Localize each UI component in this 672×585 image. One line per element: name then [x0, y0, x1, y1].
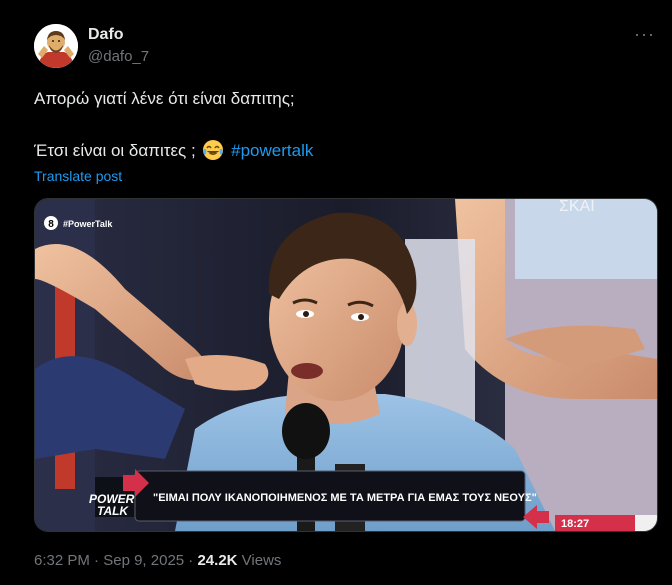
tweet-time[interactable]: 6:32 PM: [34, 552, 90, 569]
views-count: 24.2K: [197, 552, 238, 569]
backdrop-text: ΣΚΑΙ: [559, 199, 595, 215]
logo-line-2: TALK: [97, 504, 129, 518]
avatar[interactable]: [34, 24, 78, 68]
author-handle[interactable]: @dafo_7: [88, 48, 149, 65]
translate-post-link[interactable]: Translate post: [34, 168, 122, 184]
meta-separator: ·: [94, 552, 100, 569]
tv-screenshot: ΣΚΑΙ 8 #PowerTalk "ΕΙΜΑΙ ΠΟΛΥ ΙΚΑΝΟΠΟΙΗΜ…: [35, 199, 657, 531]
more-horizontal-icon[interactable]: ···: [634, 24, 655, 45]
tweet-text-line-1: Απορώ γιατί λένε ότι είναι δαπιτης;: [34, 89, 295, 108]
hashtag-link[interactable]: #powertalk: [231, 141, 313, 160]
tears-of-joy-emoji-icon: [203, 140, 224, 160]
tweet-media-image[interactable]: ΣΚΑΙ 8 #PowerTalk "ΕΙΜΑΙ ΠΟΛΥ ΙΚΑΝΟΠΟΙΗΜ…: [34, 198, 658, 532]
meta-separator: ·: [188, 552, 194, 569]
caption-text: "ΕΙΜΑΙ ΠΟΛΥ ΙΚΑΝΟΠΟΙΗΜΕΝΟΣ ΜΕ ΤΑ ΜΕΤΡΑ Γ…: [153, 492, 537, 504]
tweet-date[interactable]: Sep 9, 2025: [103, 552, 184, 569]
tweet-text-line-2-text: Έτσι είναι οι δαπιτες ;: [34, 141, 196, 160]
channel-tag: #PowerTalk: [63, 219, 113, 229]
views-label: Views: [241, 552, 282, 569]
channel-number: 8: [48, 219, 54, 230]
tweet-meta: 6:32 PM · Sep 9, 2025 · 24.2K Views: [34, 552, 281, 569]
author-display-name[interactable]: Dafo: [88, 26, 124, 44]
shrug-avatar-icon: [34, 24, 78, 68]
tweet-text-line-2: Έτσι είναι οι δαπιτες ; #powertalk: [34, 139, 313, 161]
clock-text: 18:27: [561, 518, 589, 530]
